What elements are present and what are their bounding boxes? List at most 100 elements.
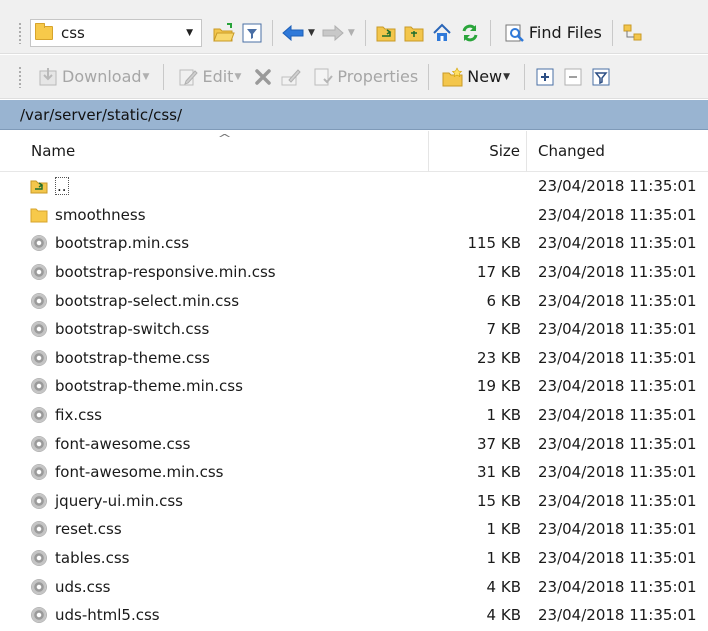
tree-view-icon[interactable] [622, 22, 644, 44]
file-row[interactable]: font-awesome.css 37 KB 23/04/2018 11:35:01 [0, 429, 708, 458]
size-column-header[interactable]: Size [429, 130, 527, 172]
name-column-header[interactable]: ^ Name [0, 130, 429, 172]
file-changed: 23/04/2018 11:35:01 [538, 234, 697, 253]
file-size: 17 KB [477, 263, 521, 282]
file-name: .. [55, 177, 69, 196]
file-size: 1 KB [486, 520, 521, 539]
file-name-cell: font-awesome.css [0, 435, 429, 453]
file-size: 4 KB [486, 606, 521, 625]
forward-arrow-icon[interactable] [322, 22, 344, 44]
css-file-icon [30, 463, 48, 481]
file-name-cell: .. [0, 177, 429, 196]
delete-icon[interactable] [252, 66, 274, 88]
chevron-down-icon[interactable]: ▼ [143, 72, 150, 82]
file-list-header: ^ Name Size Changed [0, 130, 708, 172]
path-combo[interactable]: css ▼ [30, 18, 202, 47]
file-row[interactable]: reset.css 1 KB 23/04/2018 11:35:01 [0, 515, 708, 544]
file-changed: 23/04/2018 11:35:01 [538, 491, 697, 510]
filter-icon[interactable] [241, 22, 263, 44]
file-name: uds.css [55, 577, 111, 596]
file-row[interactable]: jquery-ui.min.css 15 KB 23/04/2018 11:35:0… [0, 487, 708, 516]
window-top-strip [0, 0, 708, 12]
file-changed: 23/04/2018 11:35:01 [538, 549, 697, 568]
file-name-cell: reset.css [0, 520, 429, 538]
file-row[interactable]: bootstrap-select.min.css 6 KB 23/04/2018 1… [0, 286, 708, 315]
changed-column-header[interactable]: Changed [527, 142, 708, 160]
chevron-down-icon[interactable]: ▼ [186, 28, 201, 38]
css-file-icon [30, 549, 48, 567]
download-label: Download [62, 67, 142, 86]
file-row[interactable]: bootstrap.min.css 115 KB 23/04/2018 11:35:… [0, 229, 708, 258]
parent-directory-icon[interactable] [375, 22, 397, 44]
unselect-files-icon[interactable] [562, 66, 584, 88]
name-column-label: Name [31, 142, 76, 160]
toolbar-separator [611, 19, 613, 46]
toolbar-grip[interactable] [18, 21, 22, 44]
sort-ascending-icon: ^ [217, 131, 232, 145]
download-icon [37, 66, 59, 88]
file-name: font-awesome.css [55, 434, 191, 453]
file-row[interactable]: font-awesome.min.css 31 KB 23/04/2018 11:3… [0, 458, 708, 487]
toolbar-grip[interactable] [18, 65, 22, 88]
file-name: bootstrap.min.css [55, 234, 190, 253]
gear-icon [32, 293, 46, 308]
file-row[interactable]: tables.css 1 KB 23/04/2018 11:35:01 [0, 544, 708, 573]
css-file-icon [30, 377, 48, 395]
folder-row[interactable]: smoothness 23/04/2018 11:35:01 [0, 201, 708, 230]
file-changed: 23/04/2018 11:35:01 [538, 406, 697, 425]
file-row[interactable]: bootstrap-theme.css 23 KB 23/04/2018 11:35… [0, 344, 708, 373]
gear-icon [32, 522, 46, 537]
chevron-down-icon[interactable]: ▼ [503, 72, 510, 82]
chevron-down-icon[interactable]: ▼ [234, 72, 241, 82]
path-combo-text: css [61, 23, 85, 42]
file-row[interactable]: uds.css 4 KB 23/04/2018 11:35:01 [0, 572, 708, 601]
toolbar-separator [163, 63, 165, 90]
css-file-icon [30, 606, 48, 624]
file-row[interactable]: bootstrap-responsive.min.css 17 KB 23/04/2… [0, 258, 708, 287]
css-file-icon [30, 435, 48, 453]
back-arrow-icon[interactable] [282, 22, 304, 44]
gear-icon [32, 379, 46, 394]
edit-icon [177, 66, 199, 88]
find-files-label: Find Files [528, 23, 602, 42]
file-size: 115 KB [467, 234, 521, 253]
filter-files-icon[interactable] [590, 66, 612, 88]
size-column-label: Size [489, 142, 520, 160]
css-file-icon [30, 292, 48, 310]
css-file-icon [30, 234, 48, 252]
home-icon[interactable] [431, 22, 453, 44]
file-name: jquery-ui.min.css [55, 491, 183, 510]
css-file-icon [30, 263, 48, 281]
file-size: 1 KB [486, 406, 521, 425]
edit-label: Edit [202, 67, 234, 86]
file-name: smoothness [55, 205, 146, 224]
file-changed: 23/04/2018 11:35:01 [538, 434, 697, 453]
css-file-icon [30, 406, 48, 424]
root-directory-icon[interactable] [403, 22, 425, 44]
forward-dropdown-icon[interactable]: ▼ [348, 28, 355, 38]
properties-icon [312, 66, 334, 88]
file-changed: 23/04/2018 11:35:01 [538, 177, 697, 196]
file-row[interactable]: bootstrap-theme.min.css 19 KB 23/04/2018 1… [0, 372, 708, 401]
file-changed: 23/04/2018 11:35:01 [538, 291, 697, 310]
file-row[interactable]: fix.css 1 KB 23/04/2018 11:35:01 [0, 401, 708, 430]
file-row[interactable]: bootstrap-switch.css 7 KB 23/04/2018 11:35… [0, 315, 708, 344]
new-button[interactable]: New ▼ [439, 66, 514, 88]
find-files-button[interactable]: Find Files [501, 22, 602, 44]
properties-button[interactable]: Properties [309, 66, 418, 88]
back-dropdown-icon[interactable]: ▼ [308, 28, 315, 38]
file-row[interactable]: uds-html5.css 4 KB 23/04/2018 11:35:01 [0, 601, 708, 630]
file-changed: 23/04/2018 11:35:01 [538, 320, 697, 339]
parent-directory-row[interactable]: .. 23/04/2018 11:35:01 [0, 172, 708, 201]
file-name-cell: bootstrap.min.css [0, 234, 429, 252]
refresh-icon[interactable] [459, 22, 481, 44]
open-folder-icon[interactable] [213, 22, 235, 44]
select-files-icon[interactable] [534, 66, 556, 88]
file-changed: 23/04/2018 11:35:01 [538, 205, 697, 224]
file-name: bootstrap-theme.min.css [55, 377, 243, 396]
rename-icon[interactable] [280, 66, 302, 88]
download-button[interactable]: Download ▼ [34, 66, 153, 88]
toolbar-separator [272, 19, 273, 46]
edit-button[interactable]: Edit ▼ [174, 66, 245, 88]
gear-icon [32, 551, 46, 566]
